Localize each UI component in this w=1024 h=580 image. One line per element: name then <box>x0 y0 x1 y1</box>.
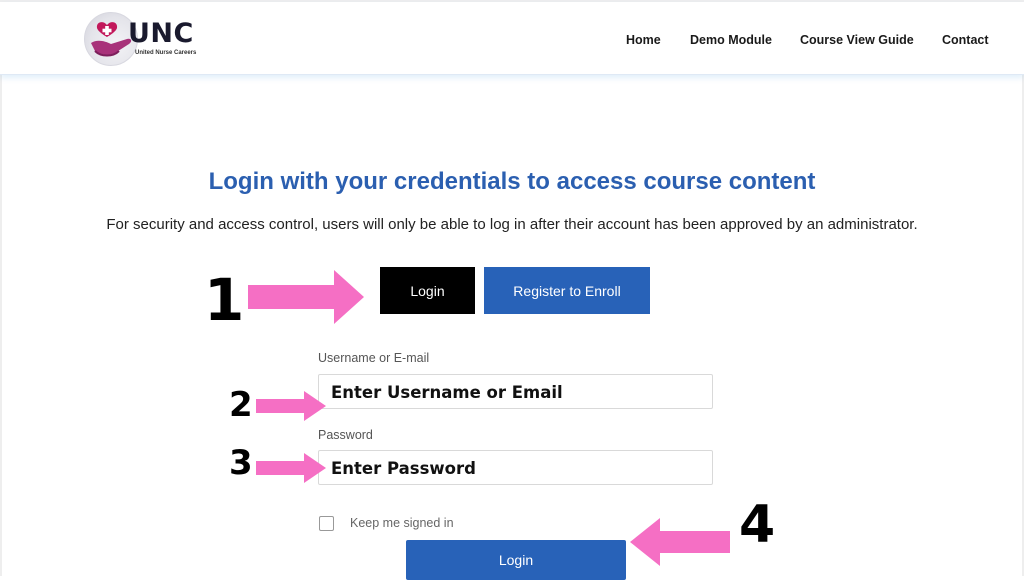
login-submit-button[interactable]: Login <box>406 540 626 580</box>
nav-course-view-guide[interactable]: Course View Guide <box>800 33 914 47</box>
step-number-1: 1 <box>204 266 245 334</box>
username-input[interactable]: Enter Username or Email <box>318 374 713 409</box>
password-input[interactable]: Enter Password <box>318 450 713 485</box>
keep-signed-in-checkbox[interactable] <box>319 516 334 531</box>
step-number-4: 4 <box>739 495 776 555</box>
tab-login[interactable]: Login <box>380 267 475 314</box>
nav-home[interactable]: Home <box>626 33 661 47</box>
arrow-right-icon <box>248 270 364 324</box>
step-number-2: 2 <box>229 385 253 425</box>
nav-contact[interactable]: Contact <box>942 33 989 47</box>
password-overlay-text: Enter Password <box>331 459 476 478</box>
arrow-left-icon <box>630 518 730 566</box>
username-overlay-text: Enter Username or Email <box>331 383 563 402</box>
logo-text: UNC <box>128 18 194 49</box>
logo-subtitle: United Nurse Careers <box>135 50 197 56</box>
keep-signed-in-label[interactable]: Keep me signed in <box>350 516 454 530</box>
arrow-right-icon <box>256 391 326 421</box>
arrow-right-icon <box>256 453 326 483</box>
step-number-3: 3 <box>229 443 253 483</box>
nav-demo-module[interactable]: Demo Module <box>690 33 772 47</box>
page-title: Login with your credentials to access co… <box>208 168 816 195</box>
site-logo[interactable]: UNC United Nurse Careers <box>84 12 214 68</box>
password-label: Password <box>318 428 373 442</box>
username-label: Username or E-mail <box>318 351 430 365</box>
tab-register-to-enroll[interactable]: Register to Enroll <box>484 267 650 314</box>
site-header: UNC United Nurse Careers Home Demo Modul… <box>0 2 1024 75</box>
page-subtitle: For security and access control, users w… <box>106 216 918 233</box>
